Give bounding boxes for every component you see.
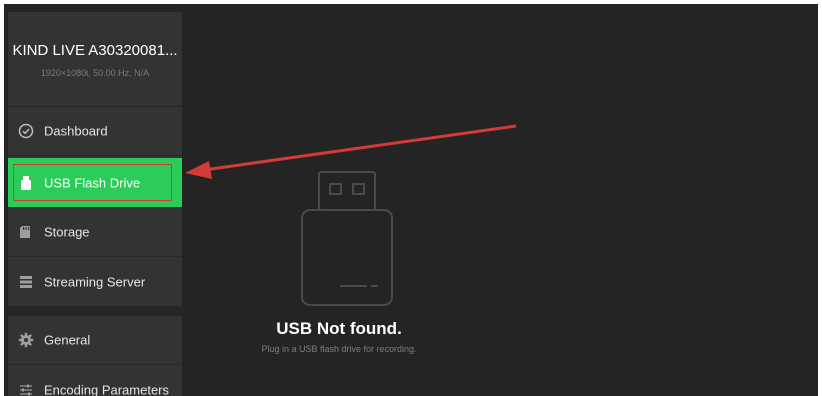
usb-drive-icon — [18, 175, 34, 191]
sidebar-separator — [8, 307, 182, 316]
app-window: KIND LIVE A30320081... 1920×1080i, 50.00… — [4, 4, 818, 396]
sidebar-item-encoding-parameters[interactable]: Encoding Parameters — [8, 366, 182, 396]
usb-stick-icon — [292, 162, 402, 312]
sidebar-item-streaming-server[interactable]: Streaming Server — [8, 258, 182, 307]
server-icon — [18, 274, 34, 290]
sidebar-item-dashboard[interactable]: Dashboard — [8, 107, 182, 156]
device-signal-info: 1920×1080i, 50.00 Hz, N/A — [40, 68, 150, 78]
sidebar: KIND LIVE A30320081... 1920×1080i, 50.00… — [8, 12, 182, 396]
gear-icon — [18, 332, 34, 348]
sliders-icon — [18, 382, 34, 396]
sidebar-item-label: General — [44, 332, 91, 348]
sidebar-item-usb-flash-drive[interactable]: USB Flash Drive — [8, 158, 182, 207]
empty-state-title: USB Not found. — [276, 319, 402, 338]
sidebar-item-label: USB Flash Drive — [44, 175, 141, 190]
dashboard-icon — [18, 123, 34, 139]
sd-card-icon — [18, 224, 34, 240]
device-header[interactable]: KIND LIVE A30320081... 1920×1080i, 50.00… — [8, 12, 182, 107]
empty-state-subtitle: Plug in a USB flash drive for recording. — [261, 344, 417, 354]
sidebar-item-label: Encoding Parameters — [44, 382, 170, 396]
sidebar-item-general[interactable]: General — [8, 316, 182, 365]
sidebar-item-label: Dashboard — [44, 123, 108, 139]
sidebar-item-storage[interactable]: Storage — [8, 208, 182, 257]
sidebar-item-label: Storage — [44, 224, 90, 240]
device-name: KIND LIVE A30320081... — [12, 42, 178, 59]
sidebar-item-label: Streaming Server — [44, 274, 146, 290]
